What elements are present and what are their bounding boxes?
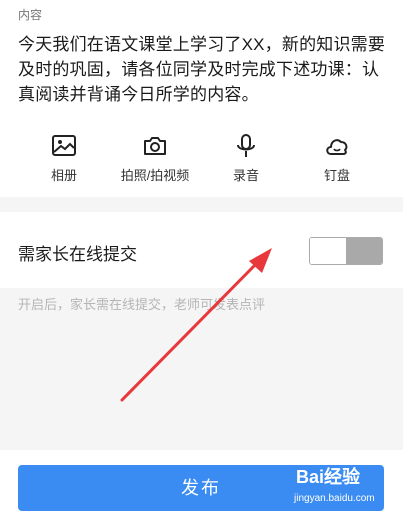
album-button[interactable]: 相册 xyxy=(16,133,112,184)
toggle-track xyxy=(346,238,382,264)
parent-submit-title: 需家长在线提交 xyxy=(18,245,137,264)
parent-submit-hint: 开启后，家长需在线提交，老师可发表点评 xyxy=(18,297,266,312)
album-label: 相册 xyxy=(50,168,77,183)
baidu-jingyan-watermark: Bai经验 jingyan.baidu.com xyxy=(288,455,400,513)
watermark-brand: Bai经验 xyxy=(296,467,361,487)
toggle-knob xyxy=(310,238,347,264)
content-label: 内容 xyxy=(18,8,43,22)
cloud-drive-icon xyxy=(326,139,348,155)
dingpan-button[interactable]: 钉盘 xyxy=(289,133,385,184)
camera-label: 拍照/拍视频 xyxy=(120,168,190,183)
parent-submit-toggle[interactable] xyxy=(309,237,383,265)
image-icon xyxy=(52,135,76,156)
content-card: 内容 今天我们在语文课堂上学习了XX，新的知识需要及时的巩固，请各位同学及时完成… xyxy=(0,0,403,197)
dingpan-label: 钉盘 xyxy=(323,168,350,183)
record-label: 录音 xyxy=(232,168,259,183)
watermark-url: jingyan.baidu.com xyxy=(294,493,375,504)
parent-submit-row: 需家长在线提交 xyxy=(0,212,403,288)
record-button[interactable]: 录音 xyxy=(198,133,294,184)
camera-button[interactable]: 拍照/拍视频 xyxy=(107,133,203,184)
camera-icon xyxy=(144,137,166,155)
microphone-icon xyxy=(237,134,255,157)
content-text-area[interactable]: 今天我们在语文课堂上学习了XX，新的知识需要及时的巩固，请各位同学及时完成下述功… xyxy=(18,32,390,107)
attachment-toolbar: 相册 拍照/拍视频 录音 钉盘 xyxy=(0,133,403,183)
